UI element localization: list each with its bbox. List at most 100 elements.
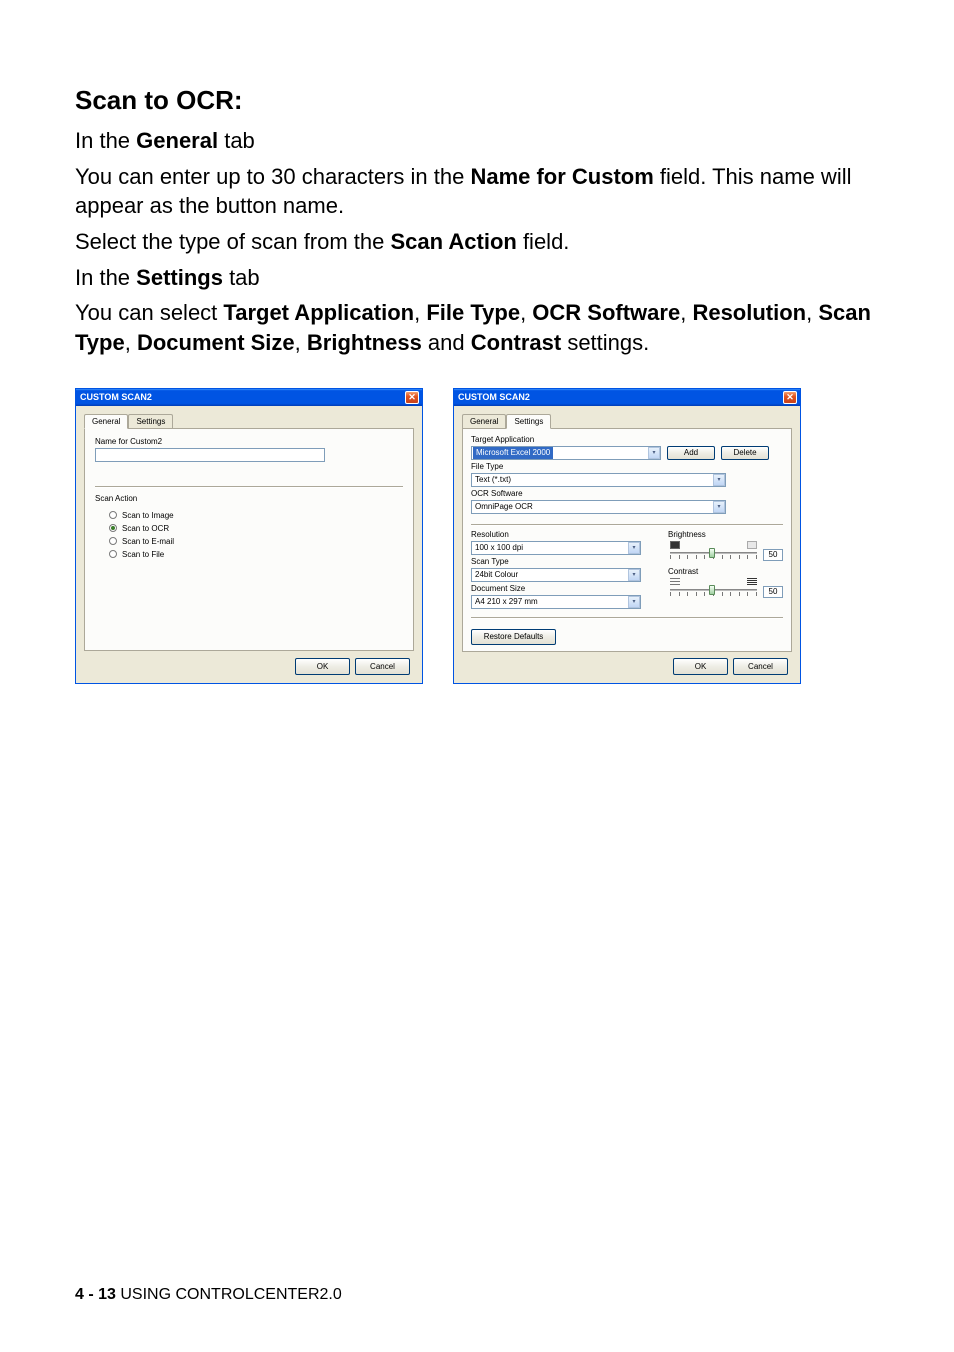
text-bold: File Type — [426, 300, 520, 325]
dialog-custom-scan-settings: CUSTOM SCAN2 ✕ General Settings Target A… — [453, 388, 801, 684]
contrast-value: 50 — [763, 586, 783, 598]
brightness-label: Brightness — [668, 530, 783, 539]
text-bold: Resolution — [692, 300, 806, 325]
close-icon: ✕ — [408, 393, 416, 402]
file-type-select[interactable]: Text (*.txt) ▾ — [471, 473, 726, 487]
contrast-slider[interactable] — [670, 586, 757, 598]
text: , — [414, 300, 426, 325]
titlebar: CUSTOM SCAN2 ✕ — [76, 389, 422, 406]
target-application-label: Target Application — [471, 435, 783, 444]
text: Select the type of scan from the — [75, 229, 391, 254]
tab-settings[interactable]: Settings — [506, 414, 551, 429]
text: , — [680, 300, 692, 325]
text-bold: Document Size — [137, 330, 295, 355]
text: , — [295, 330, 307, 355]
text-bold: Brightness — [307, 330, 422, 355]
document-size-select[interactable]: A4 210 x 297 mm ▾ — [471, 595, 641, 609]
radio-label: Scan to OCR — [122, 524, 169, 533]
radio-scan-to-ocr[interactable]: Scan to OCR — [109, 524, 403, 533]
text: tab — [218, 128, 255, 153]
paragraph-settings-tab: In the Settings tab — [75, 263, 879, 293]
select-value: OmniPage OCR — [472, 502, 536, 511]
radio-scan-to-email[interactable]: Scan to E-mail — [109, 537, 403, 546]
select-value: Text (*.txt) — [472, 475, 514, 484]
text: tab — [223, 265, 260, 290]
radio-icon — [109, 550, 117, 558]
paragraph-general-tab: In the General tab — [75, 126, 879, 156]
tab-general[interactable]: General — [84, 414, 128, 429]
document-size-label: Document Size — [471, 584, 660, 593]
radio-label: Scan to E-mail — [122, 537, 174, 546]
chevron-down-icon: ▾ — [713, 501, 725, 513]
radio-label: Scan to File — [122, 550, 164, 559]
page-number: 4 - 13 — [75, 1286, 116, 1303]
name-for-custom-input[interactable] — [95, 448, 325, 462]
file-type-label: File Type — [471, 462, 783, 471]
add-button[interactable]: Add — [667, 446, 715, 460]
radio-scan-to-image[interactable]: Scan to Image — [109, 511, 403, 520]
text-bold: General — [136, 128, 218, 153]
delete-button[interactable]: Delete — [721, 446, 769, 460]
text: field. — [517, 229, 570, 254]
slider-thumb[interactable] — [709, 548, 715, 558]
resolution-select[interactable]: 100 x 100 dpi ▾ — [471, 541, 641, 555]
titlebar: CUSTOM SCAN2 ✕ — [454, 389, 800, 406]
brightness-dark-icon — [670, 541, 680, 549]
chevron-down-icon: ▾ — [628, 569, 640, 581]
text: You can enter up to 30 characters in the — [75, 164, 470, 189]
divider — [95, 486, 403, 488]
tab-general[interactable]: General — [462, 414, 506, 428]
select-value: Microsoft Excel 2000 — [473, 447, 553, 459]
target-application-select[interactable]: Microsoft Excel 2000 ▾ — [471, 446, 661, 460]
paragraph-scan-action: Select the type of scan from the Scan Ac… — [75, 227, 879, 257]
chevron-down-icon: ▾ — [713, 474, 725, 486]
text-bold: Settings — [136, 265, 223, 290]
chevron-down-icon: ▾ — [648, 447, 660, 459]
restore-defaults-button[interactable]: Restore Defaults — [471, 629, 556, 645]
text: settings. — [561, 330, 649, 355]
ocr-software-select[interactable]: OmniPage OCR ▾ — [471, 500, 726, 514]
page-footer: 4 - 13 USING CONTROLCENTER2.0 — [75, 1286, 342, 1304]
contrast-low-icon — [670, 578, 680, 586]
radio-icon — [109, 524, 117, 532]
chevron-down-icon: ▾ — [628, 542, 640, 554]
window-title: CUSTOM SCAN2 — [458, 392, 530, 402]
text: , — [520, 300, 532, 325]
footer-section: USING CONTROLCENTER2.0 — [116, 1286, 342, 1303]
close-button[interactable]: ✕ — [783, 391, 797, 404]
contrast-high-icon — [747, 578, 757, 586]
brightness-slider[interactable] — [670, 549, 757, 561]
chevron-down-icon: ▾ — [628, 596, 640, 608]
text: and — [422, 330, 471, 355]
brightness-value: 50 — [763, 549, 783, 561]
slider-thumb[interactable] — [709, 585, 715, 595]
text-bold: OCR Software — [532, 300, 680, 325]
scan-type-select[interactable]: 24bit Colour ▾ — [471, 568, 641, 582]
scan-type-label: Scan Type — [471, 557, 660, 566]
select-value: A4 210 x 297 mm — [472, 597, 541, 606]
paragraph-settings-list: You can select Target Application, File … — [75, 298, 879, 357]
cancel-button[interactable]: Cancel — [733, 658, 788, 675]
close-button[interactable]: ✕ — [405, 391, 419, 404]
divider — [471, 617, 783, 619]
text: In the — [75, 265, 136, 290]
ok-button[interactable]: OK — [673, 658, 728, 675]
text: , — [806, 300, 818, 325]
resolution-label: Resolution — [471, 530, 660, 539]
text: In the — [75, 128, 136, 153]
radio-icon — [109, 511, 117, 519]
ok-button[interactable]: OK — [295, 658, 350, 675]
paragraph-name-for-custom: You can enter up to 30 characters in the… — [75, 162, 879, 221]
cancel-button[interactable]: Cancel — [355, 658, 410, 675]
tab-settings[interactable]: Settings — [128, 414, 173, 428]
select-value: 100 x 100 dpi — [472, 543, 526, 552]
name-for-custom-label: Name for Custom2 — [95, 437, 403, 446]
scan-action-label: Scan Action — [95, 494, 403, 503]
dialog-custom-scan-general: CUSTOM SCAN2 ✕ General Settings Name for… — [75, 388, 423, 684]
text-bold: Scan Action — [391, 229, 517, 254]
text-bold: Name for Custom — [470, 164, 653, 189]
radio-scan-to-file[interactable]: Scan to File — [109, 550, 403, 559]
text-bold: Target Application — [223, 300, 414, 325]
radio-icon — [109, 537, 117, 545]
text: , — [125, 330, 137, 355]
